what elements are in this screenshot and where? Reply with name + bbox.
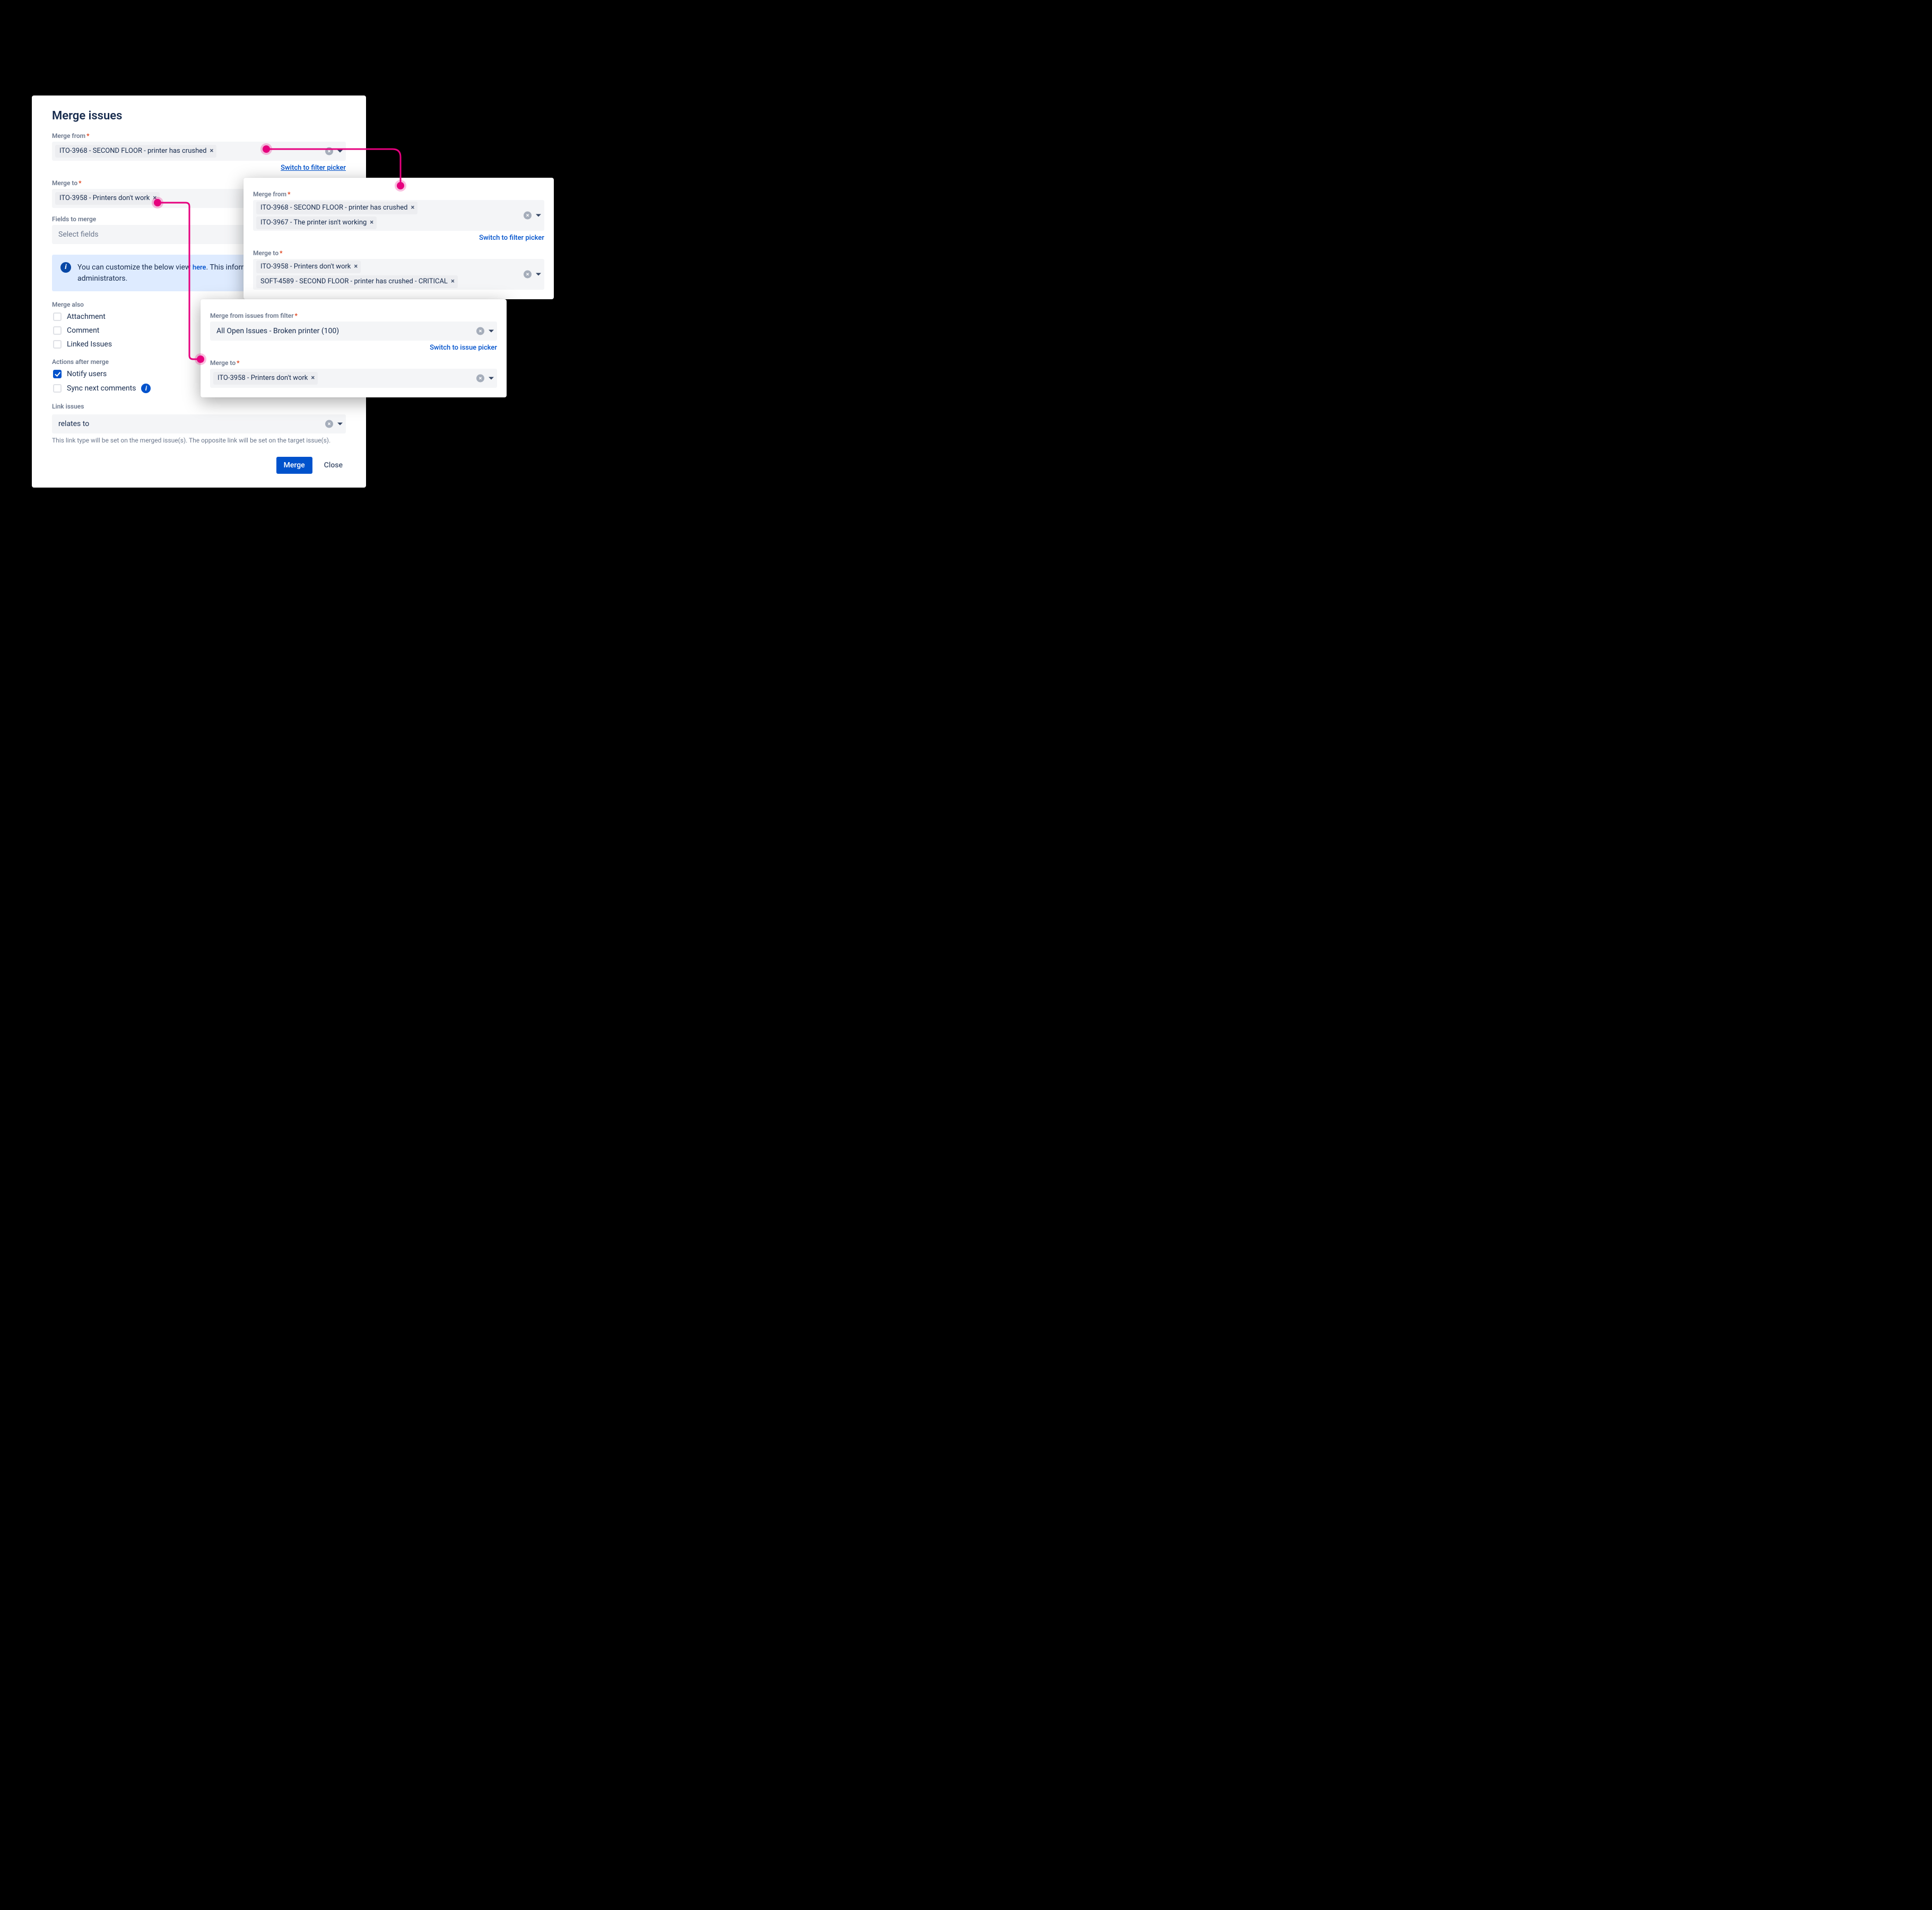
checkbox-icon[interactable] (53, 370, 62, 378)
required-mark: * (288, 190, 290, 198)
required-mark: * (295, 312, 298, 319)
chip-issue[interactable]: ITO-3968 - SECOND FLOOR - printer has cr… (256, 202, 417, 214)
link-issues-picker[interactable]: relates to × (52, 414, 346, 433)
clear-icon[interactable]: × (325, 420, 333, 428)
close-icon[interactable]: × (411, 203, 414, 213)
switch-to-filter-picker-link[interactable]: Switch to filter picker (479, 234, 544, 242)
merge-to-picker[interactable]: ITO-3958 - Printers don't work × SOFT-45… (253, 259, 544, 290)
annotation-dot (397, 182, 404, 189)
merge-button[interactable]: Merge (276, 457, 312, 474)
link-issues-label: Link issues (52, 403, 346, 410)
required-mark: * (237, 359, 239, 367)
info-icon: i (60, 262, 71, 273)
merge-to-label: Merge to* (253, 249, 544, 257)
annotation-dot (263, 145, 270, 153)
issue-picker-popover: Merge from* ITO-3968 - SECOND FLOOR - pr… (243, 178, 554, 299)
checkbox-icon[interactable] (53, 312, 62, 321)
merge-from-picker[interactable]: ITO-3968 - SECOND FLOOR - printer has cr… (52, 142, 346, 161)
merge-from-label: Merge from* (52, 132, 346, 140)
filter-value: All Open Issues - Broken printer (100) (213, 327, 339, 335)
chip-issue[interactable]: SOFT-4589 - SECOND FLOOR - printer has c… (256, 275, 458, 288)
chevron-down-icon[interactable] (489, 330, 494, 333)
checkbox-icon[interactable] (53, 340, 62, 349)
chip-issue[interactable]: ITO-3958 - Printers don't work × (256, 261, 361, 273)
clear-icon[interactable]: × (524, 271, 532, 279)
chevron-down-icon[interactable] (489, 377, 494, 380)
clear-icon[interactable]: × (476, 375, 484, 383)
close-icon[interactable]: × (210, 146, 213, 157)
switch-to-issue-picker-link[interactable]: Switch to issue picker (430, 344, 497, 352)
clear-icon[interactable]: × (524, 212, 532, 220)
dialog-title: Merge issues (52, 109, 346, 123)
annotation-dot (197, 355, 204, 363)
required-mark: * (86, 132, 89, 140)
chevron-down-icon[interactable] (536, 214, 541, 217)
close-icon[interactable]: × (451, 276, 455, 287)
customize-here-link[interactable]: here (193, 264, 206, 272)
close-icon[interactable]: × (354, 262, 358, 272)
chip-issue[interactable]: ITO-3968 - SECOND FLOOR - printer has cr… (55, 145, 216, 158)
required-mark: * (79, 179, 81, 187)
merge-to-picker[interactable]: ITO-3958 - Printers don't work × × (210, 369, 497, 388)
checkbox-icon[interactable] (53, 384, 62, 393)
close-icon[interactable]: × (370, 218, 373, 228)
filter-picker[interactable]: All Open Issues - Broken printer (100) × (210, 322, 497, 341)
filter-picker-popover: Merge from issues from filter* All Open … (201, 299, 507, 397)
chevron-down-icon[interactable] (536, 273, 541, 276)
close-icon[interactable]: × (311, 373, 315, 384)
chevron-down-icon[interactable] (337, 150, 343, 153)
switch-to-filter-picker-link[interactable]: Switch to filter picker (281, 164, 346, 172)
chip-issue[interactable]: ITO-3958 - Printers don't work × (55, 192, 160, 205)
chip-issue[interactable]: ITO-3967 - The printer isn't working × (256, 216, 377, 229)
required-mark: * (280, 249, 282, 257)
dialog-footer: Merge Close (52, 457, 346, 474)
info-icon[interactable]: i (141, 384, 151, 393)
clear-icon[interactable]: × (476, 327, 484, 335)
link-issues-value: relates to (55, 420, 89, 428)
chevron-down-icon[interactable] (337, 423, 343, 426)
clear-icon[interactable]: × (325, 147, 333, 155)
link-help-text: This link type will be set on the merged… (52, 437, 346, 444)
merge-to-label: Merge to* (210, 359, 497, 367)
merge-from-label: Merge from* (253, 190, 544, 198)
close-button[interactable]: Close (321, 461, 346, 470)
merge-from-picker[interactable]: ITO-3968 - SECOND FLOOR - printer has cr… (253, 200, 544, 231)
chip-issue[interactable]: ITO-3958 - Printers don't work × (213, 372, 318, 385)
annotation-dot (154, 199, 161, 206)
checkbox-icon[interactable] (53, 326, 62, 335)
merge-from-filter-label: Merge from issues from filter* (210, 312, 497, 319)
fields-placeholder: Select fields (55, 230, 99, 239)
